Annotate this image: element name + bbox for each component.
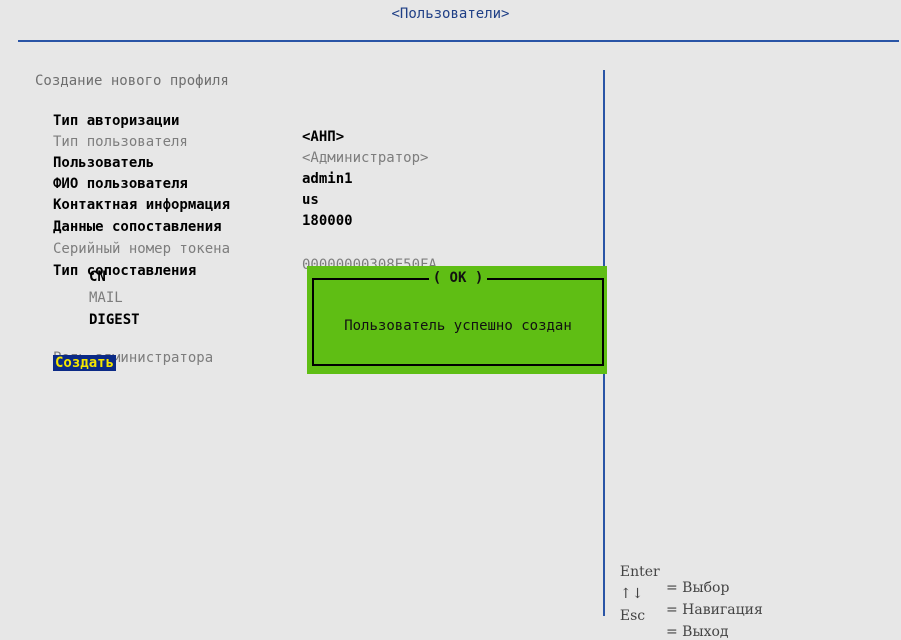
field-contact[interactable]: Контактная информация 180000 [0, 181, 353, 229]
user-type-value: <Администратор> [302, 150, 429, 166]
full-name-value[interactable]: us [302, 192, 319, 208]
help-action-esc: = Выход [666, 624, 729, 640]
field-user-type: Тип пользователя <Администратор> [0, 118, 428, 166]
user-value[interactable]: admin1 [302, 171, 353, 187]
field-auth-type[interactable]: Тип авторизации <АНП> [0, 97, 344, 145]
auth-type-label: Тип авторизации [53, 113, 180, 129]
section-title: Создание нового профиля [35, 73, 229, 89]
mapping-option-digest[interactable]: DIGEST [89, 312, 140, 328]
mapping-type-label: Тип сопоставления [53, 263, 197, 279]
dialog-title: ( OK ) [314, 270, 602, 286]
user-label: Пользователь [53, 155, 155, 171]
contact-value[interactable]: 180000 [302, 213, 353, 229]
field-token-serial: Серийный номер токена 00000000308E50FA [0, 225, 437, 273]
user-type-label: Тип пользователя [53, 134, 188, 150]
help-action-enter: = Выбор [666, 580, 730, 596]
help-esc: Esc = Выход [611, 592, 729, 640]
success-dialog: ( OK ) Пользователь успешно создан [307, 266, 607, 374]
token-serial-label: Серийный номер токена [53, 241, 231, 257]
ok-button[interactable]: ( OK ) [428, 270, 488, 286]
full-name-label: ФИО пользователя [53, 176, 188, 192]
mapping-option-mail: MAIL [89, 290, 123, 306]
help-key-esc: Esc [619, 608, 646, 624]
field-admin-role: Роль администратора [0, 334, 213, 366]
help-action-nav: = Навигация [666, 602, 763, 618]
auth-type-value[interactable]: <АНП> [302, 129, 344, 145]
mapping-option-cn[interactable]: CN [89, 269, 106, 285]
create-button[interactable]: Создать [53, 355, 117, 371]
header-divider [18, 40, 899, 42]
dialog-message: Пользователь успешно создан [344, 318, 572, 334]
field-user[interactable]: Пользователь admin1 [0, 139, 353, 187]
contact-label: Контактная информация [53, 197, 231, 213]
window-title: <Пользователи> [391, 6, 510, 22]
mapping-data-label: Данные сопоставления [53, 219, 222, 235]
field-full-name[interactable]: ФИО пользователя us [0, 160, 319, 208]
field-mapping-data[interactable]: Данные сопоставления [0, 203, 222, 235]
dialog-frame: ( OK ) Пользователь успешно создан [312, 270, 604, 366]
field-mapping-type[interactable]: Тип сопоставления [0, 247, 196, 279]
